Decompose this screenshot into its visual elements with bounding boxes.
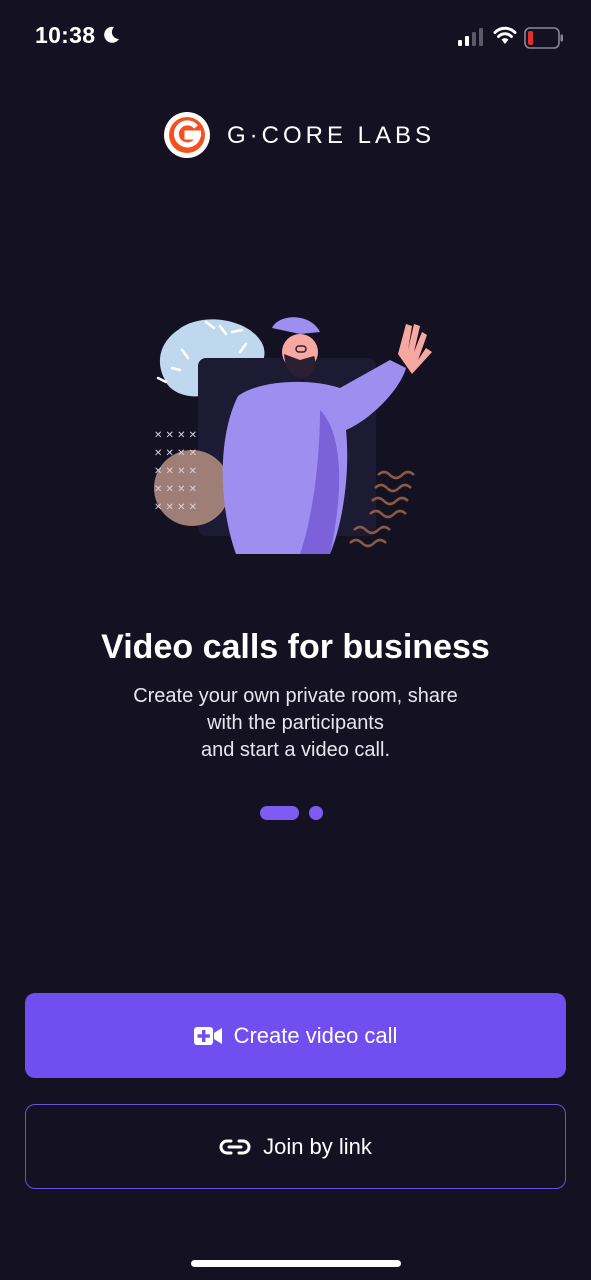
status-time: 10:38	[35, 22, 96, 48]
gcore-logo-icon	[164, 112, 210, 158]
description-line: Create your own private room, share	[133, 685, 458, 707]
video-call-illustration: ✕ ✕ ✕ ✕ ✕ ✕ ✕ ✕ ✕ ✕ ✕ ✕ ✕ ✕ ✕ ✕ ✕ ✕ ✕ ✕	[154, 317, 432, 554]
svg-text:✕ ✕ ✕ ✕: ✕ ✕ ✕ ✕	[154, 448, 197, 459]
onboarding-title: Video calls for business	[101, 628, 490, 666]
status-bar: 10:38	[0, 0, 591, 76]
create-video-call-button[interactable]: Create video call	[25, 993, 566, 1078]
page-dot-active[interactable]	[260, 806, 299, 820]
svg-text:✕ ✕ ✕ ✕: ✕ ✕ ✕ ✕	[154, 430, 197, 441]
svg-text:✕ ✕ ✕ ✕: ✕ ✕ ✕ ✕	[154, 466, 197, 477]
signal-icon	[458, 28, 483, 46]
svg-text:✕ ✕ ✕ ✕: ✕ ✕ ✕ ✕	[154, 484, 197, 495]
join-by-link-button[interactable]: Join by link	[25, 1104, 566, 1189]
description-line: with the participants	[207, 712, 384, 734]
description-line: and start a video call.	[201, 739, 390, 761]
battery-icon	[524, 27, 563, 49]
moon-icon	[104, 26, 119, 43]
create-video-call-label: Create video call	[233, 1022, 398, 1048]
brand-logo: G·CORE LABS	[164, 112, 434, 160]
onboarding-description: Create your own private room, share with…	[95, 683, 496, 764]
brand-name: G·CORE LABS	[227, 122, 436, 149]
home-indicator[interactable]	[191, 1260, 401, 1267]
wifi-icon	[493, 26, 517, 44]
join-by-link-label: Join by link	[263, 1133, 372, 1159]
video-add-icon	[193, 1026, 222, 1045]
svg-text:✕ ✕ ✕ ✕: ✕ ✕ ✕ ✕	[154, 502, 197, 513]
page-dot[interactable]	[309, 806, 323, 820]
link-icon	[219, 1139, 251, 1154]
